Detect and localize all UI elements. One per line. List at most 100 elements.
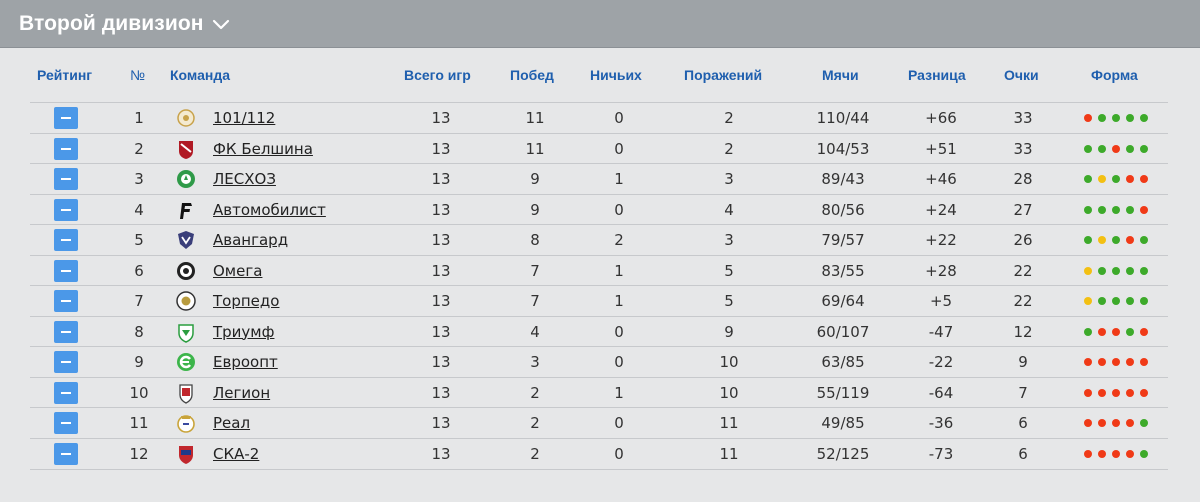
form-result-dot [1126,388,1134,397]
points: 12 [1013,322,1033,341]
rating-toggle-button[interactable] [54,442,78,465]
col-games-header[interactable]: Всего игр [404,67,471,83]
col-diff-header[interactable]: Разница [908,67,966,83]
team-link[interactable]: СКА-2 [213,444,259,464]
form-result-dot [1084,175,1092,183]
form-result-dot [1126,236,1134,244]
goals: 49/85 [821,414,865,432]
rating-toggle-button[interactable] [54,107,78,129]
goals: 69/64 [821,292,865,310]
form-result-dot [1098,358,1106,366]
col-team-header[interactable]: Команда [170,67,230,83]
crest-belshina-icon [175,138,197,160]
wins: 8 [530,231,540,249]
draws: 1 [614,383,624,402]
team-link[interactable]: Авангард [213,230,288,250]
crest-omega-icon [175,260,197,282]
team-link[interactable]: Торпедо [213,291,279,311]
team-link[interactable]: ФК Белшина [213,139,313,159]
form-result-dot [1098,175,1106,183]
form-result-dot [1098,205,1106,214]
col-points-header[interactable]: Очки [1004,67,1039,83]
form-result-dot [1098,266,1106,275]
form-result-dot [1112,358,1120,366]
table-row: 9 Евроопт 13 3 0 10 63/85 -22 9 [30,346,1168,377]
crest-triumf-icon [175,321,197,343]
form-result-dot [1140,175,1148,183]
form-result-dot [1084,358,1092,366]
division-header[interactable]: Второй дивизион [0,0,1200,48]
draws: 1 [614,261,624,280]
wins: 9 [530,170,540,188]
points: 27 [1013,200,1033,219]
wins: 2 [530,444,540,463]
losses: 3 [724,231,734,249]
crest-legion-icon [175,382,197,404]
team-link[interactable]: 101/112 [213,108,275,128]
form-result-dot [1084,144,1092,153]
chevron-down-icon[interactable] [210,14,232,34]
form-result-dot [1112,114,1120,122]
team-link[interactable]: Триумф [213,322,274,342]
rating-toggle-button[interactable] [54,137,78,160]
col-num-header[interactable]: № [130,67,145,83]
form-result-dot [1098,327,1106,336]
form-result-dot [1126,144,1134,153]
points: 26 [1013,231,1033,249]
table-row: 5 Авангард 13 8 2 3 79/57 +22 26 [30,224,1168,255]
col-draws-header[interactable]: Ничьих [590,67,642,83]
points: 9 [1018,353,1028,371]
points: 33 [1013,139,1033,158]
table-row: 7 Торпедо 13 7 1 5 69/64 +5 22 [30,285,1168,316]
goal-difference: +22 [925,231,957,249]
col-losses-header[interactable]: Поражений [684,67,762,83]
table-row: 11 Реал 13 2 0 11 49/85 -36 6 [30,407,1168,438]
table-row: 4 Автомобилист 13 9 0 4 80/56 +24 27 [30,193,1168,225]
crest-avto-icon [175,199,197,221]
wins: 2 [530,414,540,432]
goals: 89/43 [821,170,865,188]
form-result-dot [1098,449,1106,458]
form-result-dot [1126,419,1134,427]
rating-toggle-button[interactable] [54,320,78,343]
points: 22 [1013,292,1033,310]
rating-toggle-button[interactable] [54,290,78,312]
wins: 7 [530,261,540,280]
col-goals-header[interactable]: Мячи [822,67,859,83]
team-link[interactable]: Реал [213,413,250,433]
goal-difference: -36 [928,414,954,432]
form-result-dot [1084,297,1092,305]
col-form-header[interactable]: Форма [1091,67,1138,83]
form-indicators [1084,144,1148,154]
crest-torpedo-icon [175,290,197,312]
team-link[interactable]: Омега [213,261,262,281]
draws: 0 [614,139,624,158]
form-result-dot [1084,114,1092,122]
rating-toggle-button[interactable] [54,351,78,373]
form-result-dot [1140,419,1148,427]
rating-toggle-button[interactable] [54,259,78,282]
rating-toggle-button[interactable] [54,229,78,251]
losses: 5 [724,292,734,310]
rating-toggle-button[interactable] [54,381,78,404]
team-link[interactable]: Евроопт [213,352,278,372]
rating-toggle-button[interactable] [54,412,78,434]
games-played: 13 [431,292,451,310]
col-wins-header[interactable]: Побед [510,67,554,83]
table-row: 12 СКА-2 13 2 0 11 52/125 -73 6 [30,437,1168,470]
team-link[interactable]: ЛЕСХОЗ [213,169,276,189]
losses: 4 [724,200,734,219]
goal-difference: +51 [925,139,957,158]
table-row: 6 Омега 13 7 1 5 83/55 +28 22 [30,254,1168,286]
goal-difference: -64 [928,383,954,402]
team-link[interactable]: Автомобилист [213,200,326,220]
goal-difference: +28 [925,261,957,280]
form-result-dot [1098,236,1106,244]
rating-toggle-button[interactable] [54,168,78,190]
form-indicators [1084,266,1148,276]
position-number: 4 [134,200,144,219]
draws: 2 [614,231,624,249]
team-link[interactable]: Легион [213,383,270,403]
col-rating-header[interactable]: Рейтинг [37,67,92,83]
rating-toggle-button[interactable] [54,198,78,221]
